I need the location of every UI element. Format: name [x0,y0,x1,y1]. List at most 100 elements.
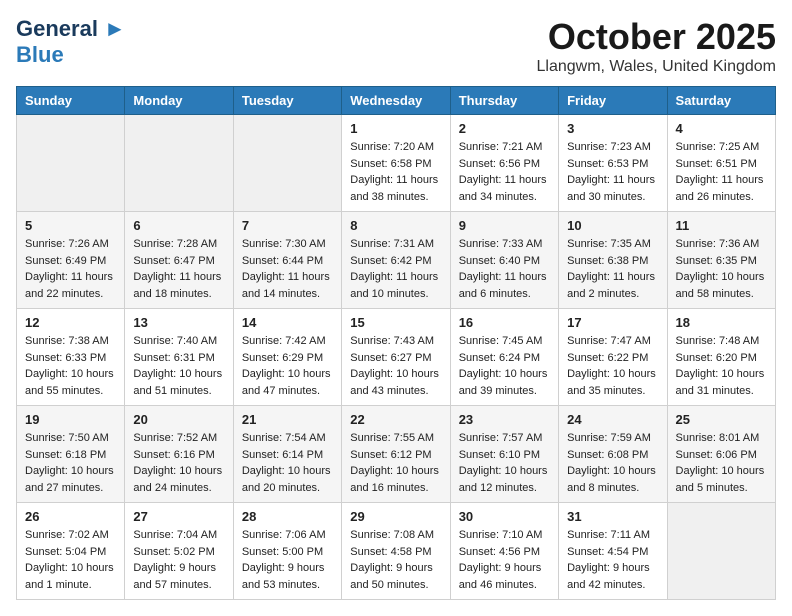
day-info: Sunrise: 7:28 AM Sunset: 6:47 PM Dayligh… [133,236,224,302]
day-number: 2 [459,121,550,136]
day-number: 31 [567,509,658,524]
day-number: 7 [242,218,333,233]
calendar-cell: 11Sunrise: 7:36 AM Sunset: 6:35 PM Dayli… [667,212,775,309]
day-number: 3 [567,121,658,136]
day-number: 1 [350,121,441,136]
calendar-cell: 7Sunrise: 7:30 AM Sunset: 6:44 PM Daylig… [233,212,341,309]
day-info: Sunrise: 7:48 AM Sunset: 6:20 PM Dayligh… [676,333,767,399]
calendar-cell: 19 Sunrise: 7:50 AM Sunset: 6:18 PM Dayli… [17,406,125,503]
day-info: Sunrise: 7:36 AM Sunset: 6:35 PM Dayligh… [676,236,767,302]
calendar-cell: 15 Sunrise: 7:43 AM Sunset: 6:27 PM Dayli… [342,309,450,406]
day-info: Sunrise: 7:50 AM Sunset: 6:18 PM Dayligh… [25,430,116,496]
day-number: 13 [133,315,224,330]
calendar-cell: 5 Sunrise: 7:26 AM Sunset: 6:49 PM Daylig… [17,212,125,309]
day-info: Sunrise: 7:11 AM Sunset: 4:54 PM Dayligh… [567,527,658,593]
logo: General ► Blue [16,16,126,68]
calendar-cell: 9 Sunrise: 7:33 AM Sunset: 6:40 PM Daylig… [450,212,558,309]
day-info: Sunrise: 7:26 AM Sunset: 6:49 PM Dayligh… [25,236,116,302]
calendar-cell [125,115,233,212]
day-number: 23 [459,412,550,427]
day-number: 10 [567,218,658,233]
day-number: 17 [567,315,658,330]
calendar-cell: 30 Sunrise: 7:10 AM Sunset: 4:56 PM Dayli… [450,503,558,600]
calendar-cell: 12 Sunrise: 7:38 AM Sunset: 6:33 PM Dayli… [17,309,125,406]
calendar-cell: 2 Sunrise: 7:21 AM Sunset: 6:56 PM Daylig… [450,115,558,212]
week-row-2: 5 Sunrise: 7:26 AM Sunset: 6:49 PM Daylig… [17,212,776,309]
calendar-cell: 26Sunrise: 7:02 AM Sunset: 5:04 PM Dayli… [17,503,125,600]
calendar-cell: 6 Sunrise: 7:28 AM Sunset: 6:47 PM Daylig… [125,212,233,309]
day-info: Sunrise: 7:23 AM Sunset: 6:53 PM Dayligh… [567,139,658,205]
calendar-cell [17,115,125,212]
calendar-cell: 13 Sunrise: 7:40 AM Sunset: 6:31 PM Dayli… [125,309,233,406]
day-number: 16 [459,315,550,330]
day-number: 26 [25,509,116,524]
calendar-cell: 23 Sunrise: 7:57 AM Sunset: 6:10 PM Dayli… [450,406,558,503]
day-info: Sunrise: 7:40 AM Sunset: 6:31 PM Dayligh… [133,333,224,399]
day-number: 5 [25,218,116,233]
day-number: 6 [133,218,224,233]
weekday-header-thursday: Thursday [450,87,558,115]
calendar-cell: 1 Sunrise: 7:20 AM Sunset: 6:58 PM Daylig… [342,115,450,212]
weekday-header-row: SundayMondayTuesdayWednesdayThursdayFrid… [17,87,776,115]
day-number: 4 [676,121,767,136]
weekday-header-tuesday: Tuesday [233,87,341,115]
day-info: Sunrise: 7:42 AM Sunset: 6:29 PM Dayligh… [242,333,333,399]
day-number: 14 [242,315,333,330]
calendar-cell: 17 Sunrise: 7:47 AM Sunset: 6:22 PM Dayli… [559,309,667,406]
day-number: 27 [133,509,224,524]
day-number: 9 [459,218,550,233]
calendar-cell: 28Sunrise: 7:06 AM Sunset: 5:00 PM Dayli… [233,503,341,600]
day-info: Sunrise: 7:54 AM Sunset: 6:14 PM Dayligh… [242,430,333,496]
day-info: Sunrise: 7:33 AM Sunset: 6:40 PM Dayligh… [459,236,550,302]
calendar-cell: 31 Sunrise: 7:11 AM Sunset: 4:54 PM Dayli… [559,503,667,600]
calendar-cell: 3 Sunrise: 7:23 AM Sunset: 6:53 PM Daylig… [559,115,667,212]
month-title: October 2025 [536,16,776,58]
day-number: 18 [676,315,767,330]
calendar-cell: 16Sunrise: 7:45 AM Sunset: 6:24 PM Dayli… [450,309,558,406]
calendar-cell: 20 Sunrise: 7:52 AM Sunset: 6:16 PM Dayli… [125,406,233,503]
day-info: Sunrise: 8:01 AM Sunset: 6:06 PM Dayligh… [676,430,767,496]
day-info: Sunrise: 7:10 AM Sunset: 4:56 PM Dayligh… [459,527,550,593]
day-info: Sunrise: 7:38 AM Sunset: 6:33 PM Dayligh… [25,333,116,399]
day-number: 24 [567,412,658,427]
location: Llangwm, Wales, United Kingdom [536,58,776,76]
day-number: 15 [350,315,441,330]
day-info: Sunrise: 7:25 AM Sunset: 6:51 PM Dayligh… [676,139,767,205]
calendar-cell: 18 Sunrise: 7:48 AM Sunset: 6:20 PM Dayli… [667,309,775,406]
day-number: 20 [133,412,224,427]
weekday-header-friday: Friday [559,87,667,115]
title-section: October 2025 Llangwm, Wales, United King… [536,16,776,76]
day-info: Sunrise: 7:35 AM Sunset: 6:38 PM Dayligh… [567,236,658,302]
calendar-cell: 21 Sunrise: 7:54 AM Sunset: 6:14 PM Dayli… [233,406,341,503]
logo-text: General ► Blue [16,16,126,68]
day-info: Sunrise: 7:31 AM Sunset: 6:42 PM Dayligh… [350,236,441,302]
day-number: 12 [25,315,116,330]
calendar-cell: 29Sunrise: 7:08 AM Sunset: 4:58 PM Dayli… [342,503,450,600]
week-row-4: 19 Sunrise: 7:50 AM Sunset: 6:18 PM Dayli… [17,406,776,503]
day-info: Sunrise: 7:20 AM Sunset: 6:58 PM Dayligh… [350,139,441,205]
day-number: 21 [242,412,333,427]
weekday-header-wednesday: Wednesday [342,87,450,115]
day-info: Sunrise: 7:04 AM Sunset: 5:02 PM Dayligh… [133,527,224,593]
calendar-cell: 24 Sunrise: 7:59 AM Sunset: 6:08 PM Dayli… [559,406,667,503]
calendar-cell: 4 Sunrise: 7:25 AM Sunset: 6:51 PM Daylig… [667,115,775,212]
calendar-cell: 22Sunrise: 7:55 AM Sunset: 6:12 PM Dayli… [342,406,450,503]
day-info: Sunrise: 7:57 AM Sunset: 6:10 PM Dayligh… [459,430,550,496]
day-info: Sunrise: 7:06 AM Sunset: 5:00 PM Dayligh… [242,527,333,593]
day-number: 29 [350,509,441,524]
calendar-cell: 27 Sunrise: 7:04 AM Sunset: 5:02 PM Dayli… [125,503,233,600]
week-row-5: 26Sunrise: 7:02 AM Sunset: 5:04 PM Dayli… [17,503,776,600]
day-number: 30 [459,509,550,524]
day-number: 25 [676,412,767,427]
day-info: Sunrise: 7:47 AM Sunset: 6:22 PM Dayligh… [567,333,658,399]
week-row-3: 12 Sunrise: 7:38 AM Sunset: 6:33 PM Dayli… [17,309,776,406]
page-header: General ► Blue October 2025 Llangwm, Wal… [16,16,776,76]
weekday-header-sunday: Sunday [17,87,125,115]
day-number: 19 [25,412,116,427]
day-info: Sunrise: 7:21 AM Sunset: 6:56 PM Dayligh… [459,139,550,205]
day-info: Sunrise: 7:43 AM Sunset: 6:27 PM Dayligh… [350,333,441,399]
weekday-header-monday: Monday [125,87,233,115]
day-info: Sunrise: 7:52 AM Sunset: 6:16 PM Dayligh… [133,430,224,496]
day-info: Sunrise: 7:59 AM Sunset: 6:08 PM Dayligh… [567,430,658,496]
calendar-cell: 8Sunrise: 7:31 AM Sunset: 6:42 PM Daylig… [342,212,450,309]
